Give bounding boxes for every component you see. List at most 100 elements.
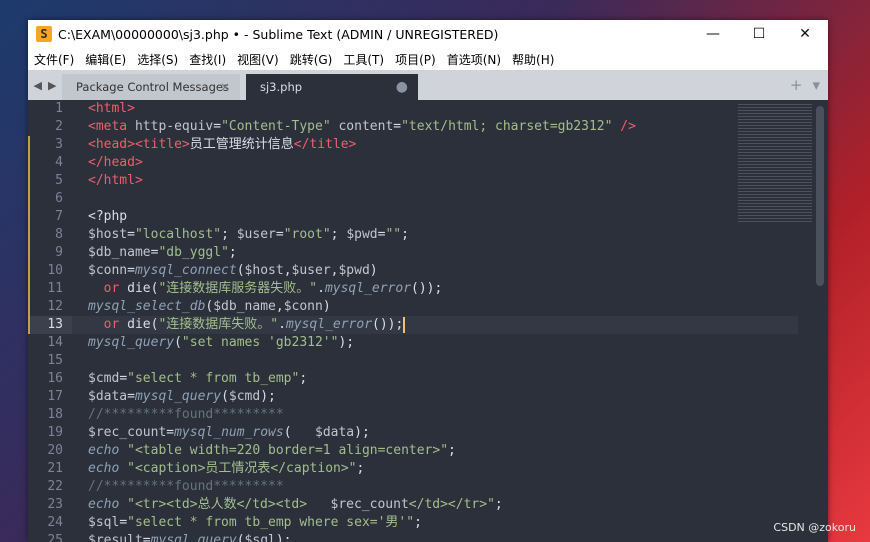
line-number: 21: [47, 461, 63, 476]
code-token: ;: [221, 227, 237, 242]
code-editor[interactable]: 1 2 3 4 5 6 7 8 9 10 11 12 13 14 15 16 17 18 19 20 21 22 23 24 2…: [28, 100, 828, 542]
minimize-button[interactable]: —: [690, 20, 736, 48]
code-token: </head>: [88, 155, 143, 170]
menu-goto[interactable]: 跳转(G): [284, 51, 338, 68]
window-controls: — ☐ ✕: [690, 20, 828, 48]
code-token: die(: [127, 281, 159, 296]
menu-selection[interactable]: 选择(S): [131, 51, 183, 68]
code-token: =: [119, 371, 128, 386]
code-token: ());: [372, 317, 404, 332]
code-line: echo "<caption>员工情况表</caption>";: [88, 460, 798, 478]
code-token: $sql: [244, 533, 276, 542]
code-line: or die("连接数据库服务器失败。".mysql_error());: [88, 280, 798, 298]
code-token: =: [166, 425, 175, 440]
code-token: mysql_query: [150, 533, 237, 542]
line-number: 14: [47, 335, 63, 350]
code-token: ;: [330, 227, 347, 242]
menu-preferences[interactable]: 首选项(N): [441, 51, 506, 68]
code-token: mysql_error: [285, 317, 373, 332]
code-token: (: [221, 389, 229, 404]
code-token: <head><title>: [88, 137, 190, 152]
vertical-scrollbar[interactable]: [816, 106, 824, 286]
tab-sj3-php[interactable]: sj3.php ●: [246, 74, 418, 100]
unsaved-dot-icon[interactable]: ●: [396, 79, 408, 95]
line-number: 18: [47, 407, 63, 422]
code-token: ): [369, 263, 378, 278]
code-line: $cmd="select * from tb_emp";: [88, 370, 798, 388]
code-token: $sql: [88, 515, 120, 530]
menu-project[interactable]: 项目(P): [389, 51, 441, 68]
code-token: mysql_connect: [134, 263, 237, 278]
code-token: ;: [228, 245, 237, 260]
line-number: 8: [55, 227, 63, 242]
code-token: </html>: [88, 173, 143, 188]
menu-edit[interactable]: 编辑(E): [79, 51, 131, 68]
line-number: 2: [55, 119, 63, 134]
code-token: =: [127, 263, 135, 278]
menu-tools[interactable]: 工具(T): [337, 51, 389, 68]
code-token: $pwd: [338, 263, 370, 278]
line-number: 24: [47, 515, 63, 530]
code-token: content: [330, 119, 394, 134]
code-token: "select * from tb_emp": [127, 371, 300, 386]
menu-help[interactable]: 帮助(H): [506, 51, 559, 68]
code-line: or die("连接数据库失败。".mysql_error());: [72, 316, 798, 334]
menu-file[interactable]: 文件(F): [28, 51, 79, 68]
code-line: </head>: [88, 154, 798, 172]
code-token: ());: [411, 281, 443, 296]
code-token: echo: [88, 443, 128, 458]
code-token: </title>: [293, 137, 357, 152]
code-token: .: [317, 281, 325, 296]
line-number: 3: [55, 137, 63, 152]
code-token: <meta: [88, 119, 135, 134]
tab-bar-actions: + ▾: [790, 70, 820, 100]
code-token: "text/html; charset=gb2312": [401, 119, 613, 134]
menu-view[interactable]: 视图(V): [231, 51, 284, 68]
code-line: $conn=mysql_connect($host,$user,$pwd): [88, 262, 798, 280]
title-bar[interactable]: S C:\EXAM\00000000\sj3.php • - Sublime T…: [28, 20, 828, 48]
minimap[interactable]: [738, 104, 812, 224]
code-token: ;: [448, 443, 456, 458]
sublime-app-icon: S: [36, 26, 52, 42]
line-number: 25: [47, 533, 63, 542]
code-line: echo "<table width=220 border=1 align=ce…: [88, 442, 798, 460]
code-line: echo "<tr><td>总人数</td><td> $rec_count</t…: [88, 496, 798, 514]
tab-close-icon[interactable]: ×: [220, 80, 230, 94]
tab-next-icon[interactable]: ▶: [48, 79, 56, 92]
code-token: $user: [236, 227, 276, 242]
code-line: </html>: [88, 172, 798, 190]
tab-prev-icon[interactable]: ◀: [34, 79, 42, 92]
close-button[interactable]: ✕: [782, 20, 828, 48]
code-token: =: [127, 227, 135, 242]
code-line: <meta http-equiv="Content-Type" content=…: [88, 118, 798, 136]
code-token: mysql_num_rows: [174, 425, 284, 440]
new-tab-icon[interactable]: +: [790, 76, 803, 94]
line-number: 13: [28, 316, 72, 334]
menu-bar: 文件(F) 编辑(E) 选择(S) 查找(I) 视图(V) 跳转(G) 工具(T…: [28, 48, 828, 70]
line-number: 5: [55, 173, 63, 188]
tab-menu-icon[interactable]: ▾: [812, 76, 820, 94]
tab-package-control-messages[interactable]: Package Control Messages ×: [62, 74, 240, 100]
code-token: echo: [88, 461, 128, 476]
code-token: =: [275, 227, 284, 242]
csdn-watermark: CSDN @zokoru: [773, 521, 856, 534]
code-line: <html>: [88, 100, 798, 118]
code-token: ;: [494, 497, 503, 512]
code-token: "db_yggl": [158, 245, 229, 260]
code-area[interactable]: <html> <meta http-equiv="Content-Type" co…: [72, 100, 798, 542]
menu-find[interactable]: 查找(I): [183, 51, 231, 68]
code-token: $db_name: [213, 299, 276, 314]
code-token: echo: [88, 497, 128, 512]
code-token: );: [338, 335, 355, 350]
code-token: mysql_query: [88, 335, 175, 350]
code-token: ;: [414, 515, 422, 530]
code-token: );: [260, 389, 276, 404]
maximize-button[interactable]: ☐: [736, 20, 782, 48]
code-token: (: [236, 533, 245, 542]
line-number: 4: [55, 155, 63, 170]
code-token: "连接数据库服务器失败。": [158, 281, 318, 296]
code-token: (: [174, 335, 182, 350]
code-token: mysql_query: [134, 389, 222, 404]
code-line: <?php: [88, 208, 798, 226]
